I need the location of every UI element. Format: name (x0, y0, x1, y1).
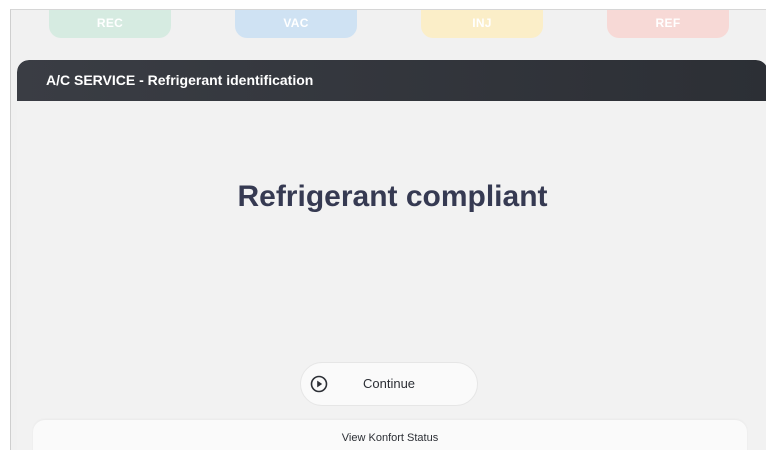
play-circle-icon (310, 375, 328, 393)
view-status-bar[interactable]: View Konfort Status (33, 420, 747, 450)
continue-label: Continue (363, 376, 416, 391)
app-screen: REC VAC INJ REF A/C SERVICE - Refrigeran… (10, 9, 766, 450)
status-message: Refrigerant compliant (237, 180, 548, 213)
view-status-label: View Konfort Status (341, 432, 439, 444)
phase-tab-ref[interactable]: REF (607, 10, 729, 38)
service-panel: A/C SERVICE - Refrigerant identification… (17, 60, 766, 450)
panel-title: A/C SERVICE - Refrigerant identification (17, 60, 766, 101)
phase-tab-inj[interactable]: INJ (421, 10, 543, 38)
phase-tab-rec[interactable]: REC (49, 10, 171, 38)
phase-tab-vac[interactable]: VAC (235, 10, 357, 38)
continue-button[interactable]: Continue (300, 362, 478, 406)
